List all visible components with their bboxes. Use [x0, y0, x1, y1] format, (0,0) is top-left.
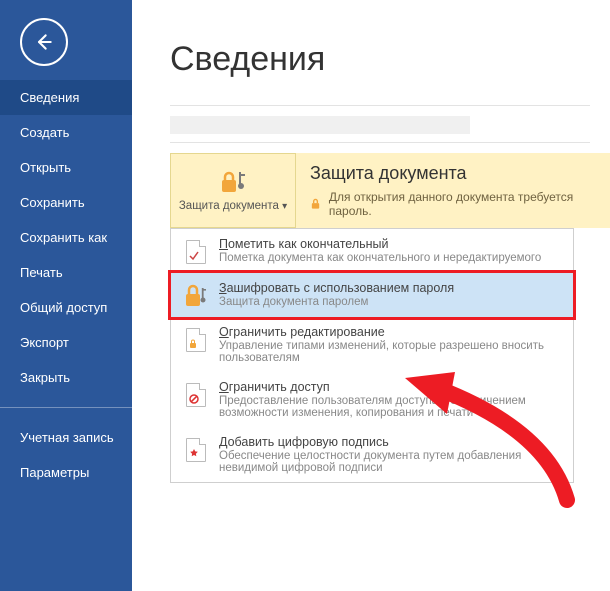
sidebar-item-label: Открыть — [20, 160, 71, 175]
dropdown-item-title: Ограничить доступ — [219, 380, 561, 394]
dropdown-item-mark-final[interactable]: Пометить как окончательный Пометка докум… — [171, 229, 573, 273]
sidebar-item-open[interactable]: Открыть — [0, 150, 132, 185]
protect-desc-row: Для открытия данного документа требуется… — [310, 190, 596, 218]
sidebar-item-label: Параметры — [20, 465, 89, 480]
sidebar-divider — [0, 407, 132, 408]
lock-key-icon — [216, 168, 250, 196]
protect-dropdown: Пометить как окончательный Пометка докум… — [170, 228, 574, 483]
sidebar-item-share[interactable]: Общий доступ — [0, 290, 132, 325]
sidebar-item-label: Печать — [20, 265, 63, 280]
dropdown-item-title: Добавить цифровую подпись — [219, 435, 561, 449]
sidebar-item-label: Сведения — [20, 90, 79, 105]
sidebar-item-label: Создать — [20, 125, 69, 140]
protect-button-label: Защита документа ▾ — [179, 200, 287, 214]
encrypt-icon — [183, 283, 209, 309]
page-title: Сведения — [170, 40, 610, 79]
protect-document-row: Защита документа ▾ Защита документа Для … — [170, 153, 610, 228]
dropdown-item-text: Пометить как окончательный Пометка докум… — [219, 237, 561, 264]
dropdown-item-title: Ограничить редактирование — [219, 325, 561, 339]
dropdown-item-title: Зашифровать с использованием пароля — [219, 281, 561, 295]
sidebar-item-print[interactable]: Печать — [0, 255, 132, 290]
dropdown-item-text: Добавить цифровую подпись Обеспечение це… — [219, 435, 561, 474]
dropdown-item-text: Ограничить редактирование Управление тип… — [219, 325, 561, 364]
sidebar-item-label: Экспорт — [20, 335, 69, 350]
protect-heading: Защита документа — [310, 163, 596, 184]
sidebar-item-label: Сохранить — [20, 195, 85, 210]
sidebar-item-label: Закрыть — [20, 370, 70, 385]
dropdown-item-desc: Обеспечение целостности документа путем … — [219, 450, 561, 474]
document-name-placeholder — [170, 116, 470, 134]
main-area: Сведения Защита документа ▾ Защита докум… — [132, 0, 610, 591]
dropdown-item-encrypt-password[interactable]: Зашифровать с использованием пароля Защи… — [168, 270, 576, 320]
signature-icon — [183, 437, 209, 463]
sidebar-item-options[interactable]: Параметры — [0, 455, 132, 490]
sidebar-item-new[interactable]: Создать — [0, 115, 132, 150]
chevron-down-icon: ▾ — [282, 201, 287, 212]
sidebar-item-saveas[interactable]: Сохранить как — [0, 220, 132, 255]
dropdown-item-digital-signature[interactable]: Добавить цифровую подпись Обеспечение це… — [171, 427, 573, 482]
sidebar-item-info[interactable]: Сведения — [0, 80, 132, 115]
dropdown-item-restrict-editing[interactable]: Ограничить редактирование Управление тип… — [171, 317, 573, 372]
restrict-access-icon — [183, 382, 209, 408]
app-root: Сведения Создать Открыть Сохранить Сохра… — [0, 0, 610, 591]
dropdown-item-text: Зашифровать с использованием пароля Защи… — [219, 281, 561, 308]
back-button[interactable] — [20, 18, 68, 66]
sidebar-item-label: Сохранить как — [20, 230, 107, 245]
divider — [170, 105, 590, 106]
dropdown-item-desc: Защита документа паролем — [219, 296, 561, 308]
dropdown-item-title: Пометить как окончательный — [219, 237, 561, 251]
sidebar-item-label: Учетная запись — [20, 430, 114, 445]
sidebar-item-label: Общий доступ — [20, 300, 107, 315]
protect-info: Защита документа Для открытия данного до… — [296, 153, 610, 228]
arrow-left-icon — [34, 32, 54, 52]
sidebar-item-export[interactable]: Экспорт — [0, 325, 132, 360]
sidebar-item-save[interactable]: Сохранить — [0, 185, 132, 220]
sidebar-item-account[interactable]: Учетная запись — [0, 420, 132, 455]
restrict-edit-icon — [183, 327, 209, 353]
protect-document-button[interactable]: Защита документа ▾ — [170, 153, 296, 228]
sidebar: Сведения Создать Открыть Сохранить Сохра… — [0, 0, 132, 591]
dropdown-item-text: Ограничить доступ Предоставление пользов… — [219, 380, 561, 419]
mark-final-icon — [183, 239, 209, 265]
sidebar-item-close[interactable]: Закрыть — [0, 360, 132, 395]
dropdown-item-restrict-access[interactable]: Ограничить доступ Предоставление пользов… — [171, 372, 573, 427]
small-lock-icon — [310, 197, 323, 211]
protect-desc: Для открытия данного документа требуется… — [329, 190, 596, 218]
dropdown-item-desc: Предоставление пользователям доступа с о… — [219, 395, 561, 419]
dropdown-item-desc: Пометка документа как окончательного и н… — [219, 252, 561, 264]
divider — [170, 142, 590, 143]
dropdown-item-desc: Управление типами изменений, которые раз… — [219, 340, 561, 364]
